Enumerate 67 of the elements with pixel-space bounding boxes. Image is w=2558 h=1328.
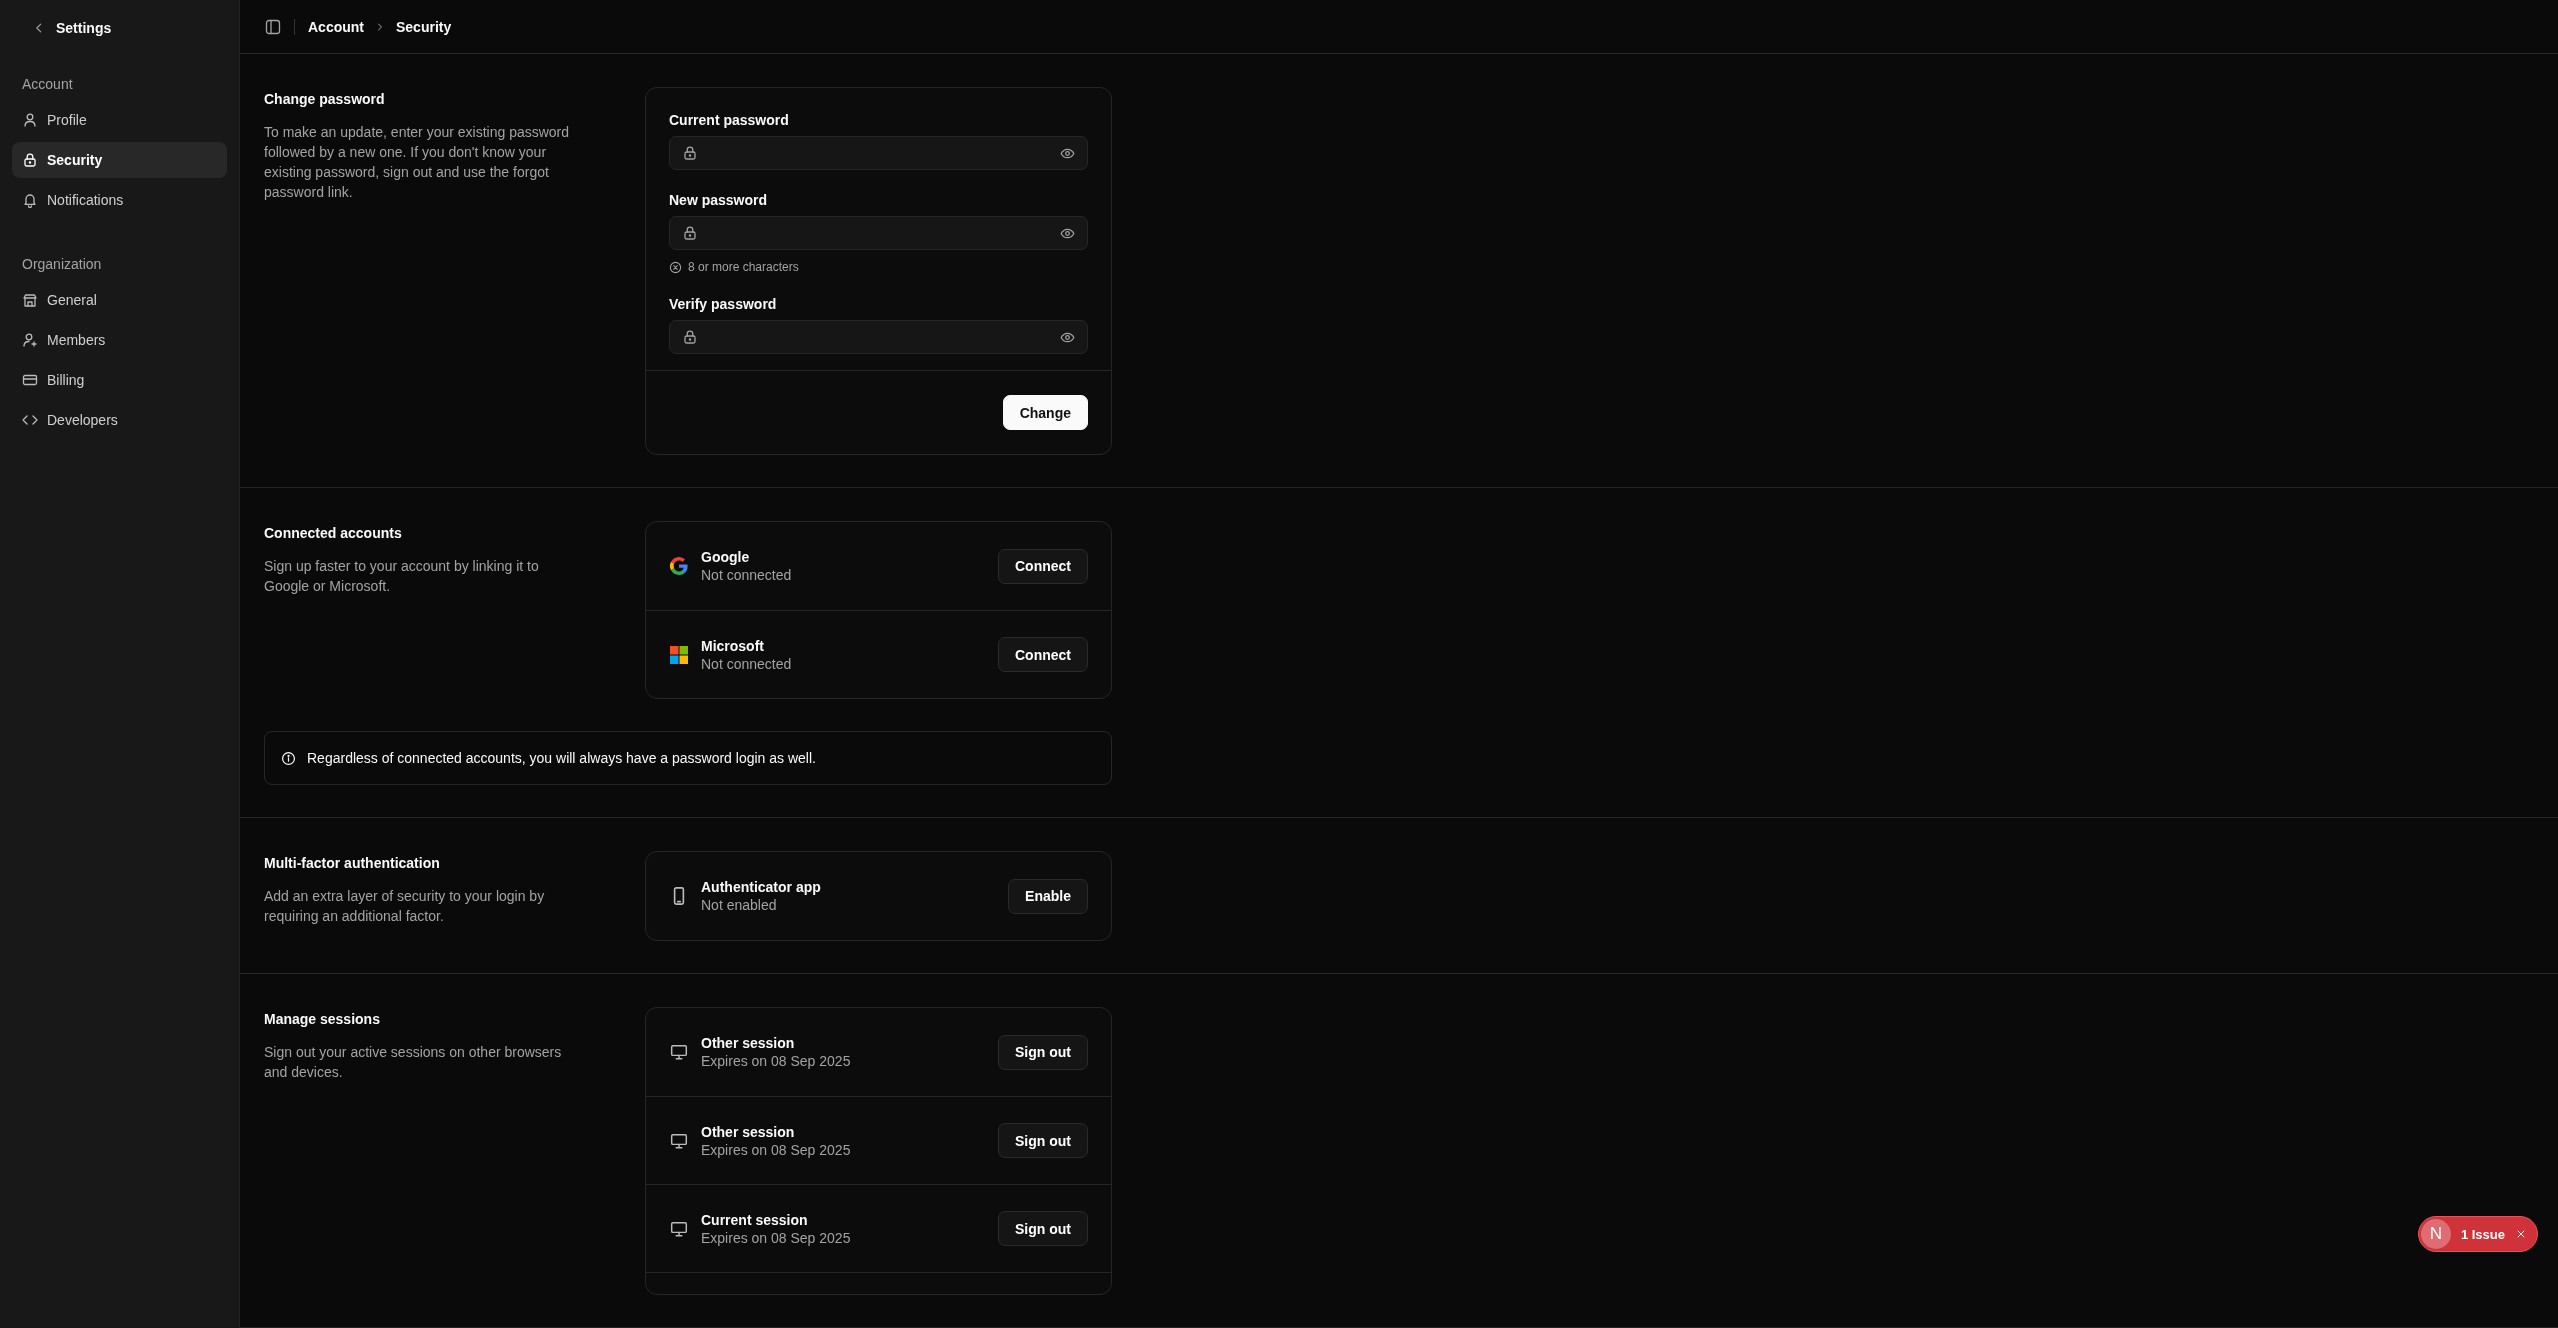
back-link[interactable]: Settings	[12, 14, 124, 42]
person-plus-icon	[22, 332, 38, 348]
logo-text: N	[2420, 1219, 2451, 1249]
section-description: Sign up faster to your account by linking it to Google or Microsoft.	[264, 557, 540, 596]
sign-out-button[interactable]: Sign out	[998, 1123, 1088, 1158]
method-name: Authenticator app	[701, 879, 822, 895]
change-button[interactable]: Change	[1002, 395, 1088, 430]
issues-badge[interactable]: N 1 Issue	[2417, 1216, 2538, 1252]
section-title: Connected accounts	[264, 524, 403, 542]
issue-count: 1 Issue	[2460, 1226, 2505, 1242]
store-icon	[22, 292, 38, 308]
provider-name: Microsoft	[701, 637, 765, 654]
method-status: Not enabled	[701, 897, 778, 913]
field-label: Current password	[669, 112, 790, 128]
bell-icon	[22, 192, 38, 208]
breadcrumb-link[interactable]: Account	[308, 18, 364, 35]
lock-icon	[22, 152, 38, 168]
session-expiry: Expires on 08 Sep 2025	[701, 1141, 852, 1158]
notice-text: Regardless of connected accounts, you will always have a password login as well.	[307, 750, 816, 766]
monitor-icon	[670, 1131, 688, 1150]
close-icon	[2515, 1228, 2527, 1240]
sidebar-item[interactable]: General	[12, 282, 227, 318]
section-title: Manage sessions	[264, 1010, 381, 1028]
provider-name: Google	[701, 549, 751, 565]
sidebar-item[interactable]: Members	[12, 322, 227, 358]
sign-out-button[interactable]: Sign out	[998, 1034, 1088, 1070]
connect-button[interactable]: Connect	[998, 548, 1088, 584]
password-field[interactable]	[669, 216, 1088, 250]
google-logo-icon	[670, 557, 688, 575]
sign-out-button[interactable]: Sign out	[998, 1211, 1088, 1246]
field-label: New password	[669, 192, 769, 208]
session-expiry: Expires on 08 Sep 2025	[701, 1229, 852, 1246]
info-icon	[281, 750, 296, 766]
sidebar-item[interactable]: Notifications	[12, 182, 227, 218]
section-description: Add an extra layer of security to your login by requiring an additional factor.	[264, 887, 546, 926]
session-name: Other session	[701, 1035, 796, 1051]
lock-icon	[682, 329, 698, 345]
credit-card-icon	[22, 372, 38, 388]
sidebar-group-title: Account	[21, 75, 74, 94]
monitor-icon	[670, 1219, 688, 1238]
session-name: Current session	[701, 1211, 809, 1228]
lock-icon	[682, 145, 698, 161]
password-field[interactable]	[669, 136, 1088, 170]
password-field[interactable]	[669, 320, 1088, 354]
connection-status: Not connected	[701, 655, 793, 672]
person-icon	[22, 112, 38, 128]
sidebar-item[interactable]: Profile	[12, 102, 227, 138]
section-description: Sign out your active sessions on other browsers and devices.	[264, 1043, 563, 1082]
session-name: Other session	[701, 1123, 796, 1140]
sidebar-item[interactable]: Security	[12, 142, 227, 178]
section-description: To make an update, enter your existing password followed by a new one. If you don't know your existing password, sign out and use the forgot password link.	[264, 123, 571, 202]
session-expiry: Expires on 08 Sep 2025	[701, 1053, 852, 1069]
sidebar-toggle-icon	[265, 18, 281, 35]
monitor-icon	[670, 1043, 688, 1061]
password-requirement: 8 or more characters	[688, 260, 799, 274]
breadcrumb-link[interactable]: Security	[396, 18, 452, 35]
lock-icon	[682, 225, 698, 241]
connect-button[interactable]: Connect	[998, 637, 1088, 672]
sidebar-item[interactable]: Billing	[12, 362, 227, 398]
sidebar-item[interactable]: Developers	[12, 402, 227, 438]
section-title: Change password	[264, 90, 386, 108]
sidebar-group-title: Organization	[21, 255, 103, 274]
enable-button[interactable]: Enable	[1008, 878, 1088, 914]
field-label: Verify password	[669, 296, 778, 312]
connection-status: Not connected	[701, 567, 793, 583]
microsoft-logo-icon	[670, 645, 688, 664]
section-title: Multi-factor authentication	[264, 854, 441, 872]
